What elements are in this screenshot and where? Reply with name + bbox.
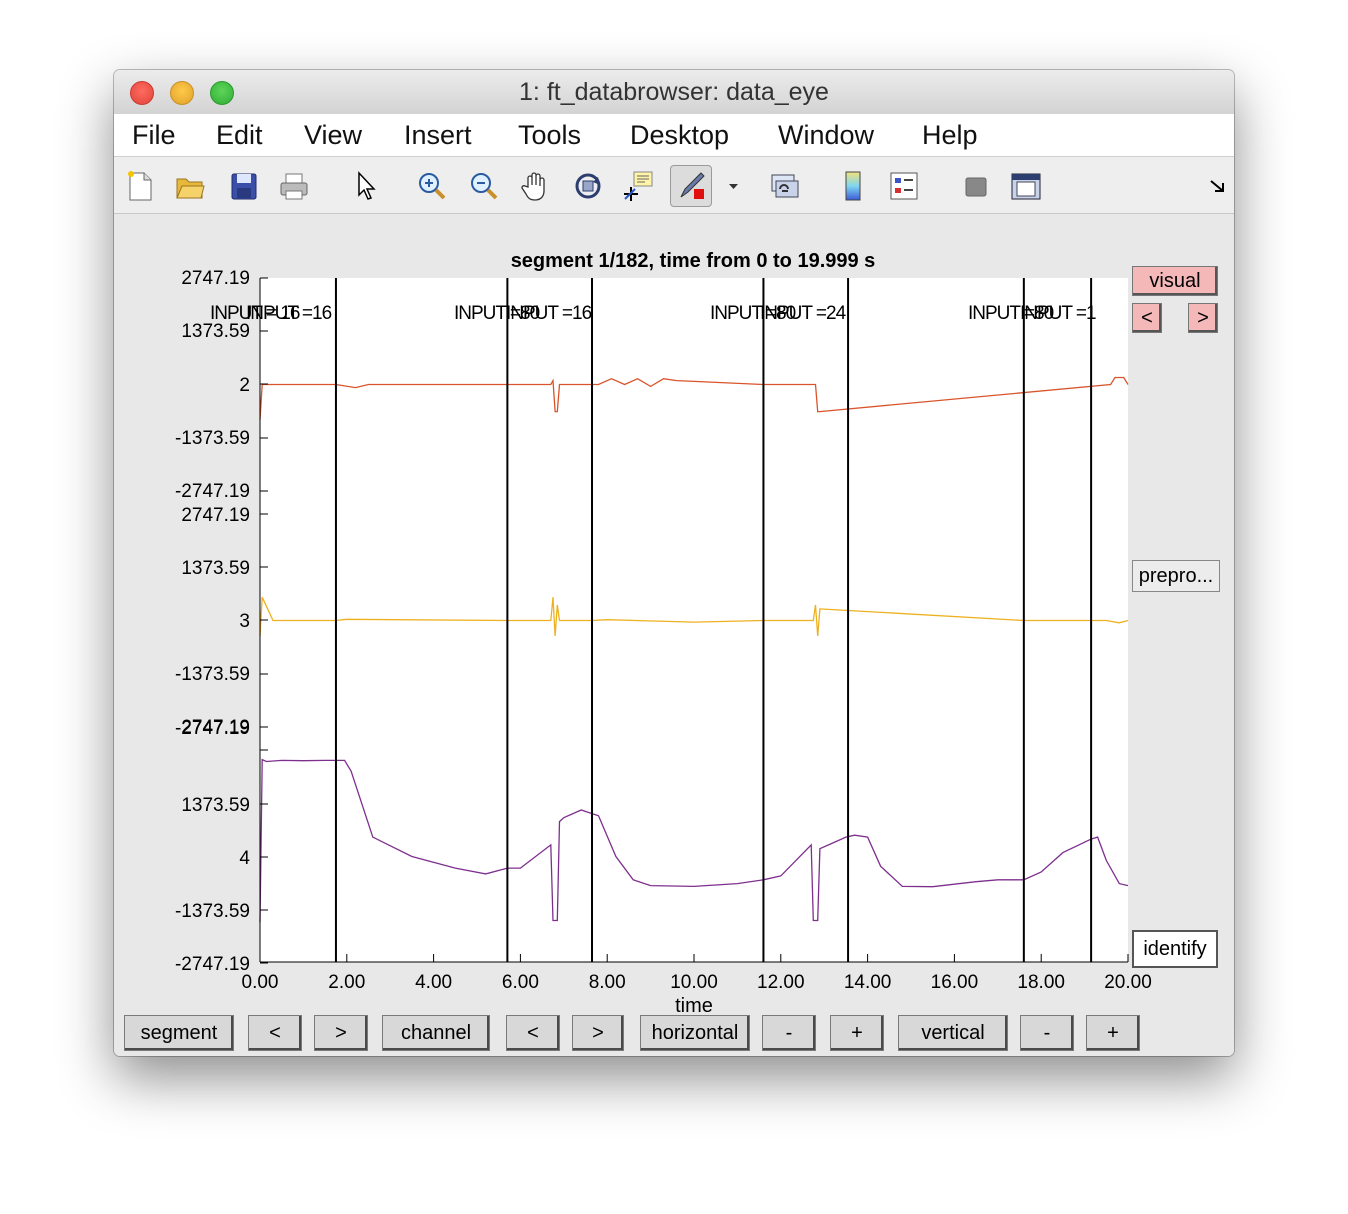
menu-insert[interactable]: Insert xyxy=(404,120,472,151)
segment-next-button[interactable]: > xyxy=(314,1015,368,1051)
plot-area[interactable]: INPUT = 16INPUT =16 INPUT =80INPUT =16 INP… xyxy=(114,214,1234,1056)
figure-window: 1: ft_databrowser: data_eye File Edit Vi… xyxy=(114,70,1234,1056)
y-tick-label: 1373.59 xyxy=(181,558,250,579)
menu-tools[interactable]: Tools xyxy=(518,120,581,151)
vertical-plus-button[interactable]: + xyxy=(1086,1015,1140,1051)
menu-window[interactable]: Window xyxy=(778,120,874,151)
vertical-button[interactable]: vertical xyxy=(898,1015,1008,1051)
y-tick-label: -2747.19 xyxy=(175,481,250,502)
menu-help[interactable]: Help xyxy=(922,120,978,151)
horizontal-minus-button[interactable]: - xyxy=(762,1015,816,1051)
colorbar-icon[interactable] xyxy=(838,169,870,203)
menu-file[interactable]: File xyxy=(132,120,176,151)
y-tick-label: 1373.59 xyxy=(181,321,250,342)
dock-icon[interactable] xyxy=(1202,169,1224,203)
edit-plot-arrow-icon[interactable] xyxy=(350,169,382,203)
visual-next-button[interactable]: > xyxy=(1188,303,1218,333)
zoom-in-icon[interactable] xyxy=(416,169,448,203)
visual-prev-button[interactable]: < xyxy=(1132,303,1162,333)
link-plot-icon[interactable] xyxy=(768,169,800,203)
hide-plot-tools-icon[interactable] xyxy=(960,169,992,203)
new-figure-icon[interactable] xyxy=(124,169,156,203)
identify-button[interactable]: identify xyxy=(1132,930,1218,968)
horizontal-button[interactable]: horizontal xyxy=(640,1015,750,1051)
menu-view[interactable]: View xyxy=(304,120,362,151)
toolbar xyxy=(114,157,1234,214)
channel-next-button[interactable]: > xyxy=(572,1015,624,1051)
horizontal-plus-button[interactable]: + xyxy=(830,1015,884,1051)
channel-button[interactable]: channel xyxy=(382,1015,490,1051)
y-tick-label: -2747.19 xyxy=(175,954,250,975)
brush-icon[interactable] xyxy=(675,169,707,203)
preproc-button[interactable]: prepro... xyxy=(1132,560,1220,592)
y-tick-label: 2747.19 xyxy=(181,268,250,289)
segment-button[interactable]: segment xyxy=(124,1015,234,1051)
show-plot-tools-icon[interactable] xyxy=(1010,169,1042,203)
vertical-minus-button[interactable]: - xyxy=(1020,1015,1074,1051)
menu-bar: File Edit View Insert Tools Desktop Wind… xyxy=(114,114,1234,157)
y-tick-label: -1373.59 xyxy=(175,901,250,922)
y-tick-label: 2747.19 xyxy=(181,717,250,738)
figure-canvas: INPUT = 16 INPUT =16 INPUT =80 INPUT =16 INP… xyxy=(114,214,1234,1056)
event-label: INPUT =16 xyxy=(246,303,332,324)
x-tick-label: 18.00 xyxy=(1017,972,1065,993)
menu-edit[interactable]: Edit xyxy=(216,120,263,151)
legend-icon[interactable] xyxy=(888,169,920,203)
menu-desktop[interactable]: Desktop xyxy=(630,120,729,151)
x-tick-label: 0.00 xyxy=(242,972,279,993)
y-tick-label: 2747.19 xyxy=(181,505,250,526)
y-tick-label: 3 xyxy=(239,611,250,632)
x-tick-label: 4.00 xyxy=(415,972,452,993)
x-tick-label: 6.00 xyxy=(502,972,539,993)
x-tick-label: 12.00 xyxy=(757,972,805,993)
y-tick-label: 4 xyxy=(239,848,250,869)
print-icon[interactable] xyxy=(278,169,310,203)
zoom-out-icon[interactable] xyxy=(468,169,500,203)
brush-dropdown-icon[interactable] xyxy=(718,169,738,203)
window-title: 1: ft_databrowser: data_eye xyxy=(519,78,829,106)
x-axis-label: time xyxy=(675,995,713,1017)
event-label: INPUT =1 xyxy=(1020,303,1096,324)
segment-prev-button[interactable]: < xyxy=(248,1015,302,1051)
open-file-icon[interactable] xyxy=(174,169,206,203)
rotate-3d-icon[interactable] xyxy=(572,169,604,203)
x-tick-label: 20.00 xyxy=(1104,972,1152,993)
y-tick-label: -1373.59 xyxy=(175,428,250,449)
visual-button[interactable]: visual xyxy=(1132,266,1218,296)
x-tick-label: 2.00 xyxy=(328,972,365,993)
data-cursor-icon[interactable] xyxy=(622,169,654,203)
save-icon[interactable] xyxy=(228,169,260,203)
y-tick-label: 1373.59 xyxy=(181,795,250,816)
event-label: INPUT =24 xyxy=(760,303,847,324)
event-label: INPUT =16 xyxy=(506,303,592,324)
pan-hand-icon[interactable] xyxy=(520,169,552,203)
y-tick-label: 2 xyxy=(239,375,250,396)
x-tick-label: 14.00 xyxy=(844,972,892,993)
x-tick-label: 16.00 xyxy=(931,972,979,993)
channel-prev-button[interactable]: < xyxy=(506,1015,560,1051)
plot-title: segment 1/182, time from 0 to 19.999 s xyxy=(510,250,876,272)
x-tick-label: 10.00 xyxy=(670,972,718,993)
y-tick-label: -1373.59 xyxy=(175,664,250,685)
title-bar: 1: ft_databrowser: data_eye xyxy=(114,70,1234,115)
x-tick-label: 8.00 xyxy=(589,972,626,993)
